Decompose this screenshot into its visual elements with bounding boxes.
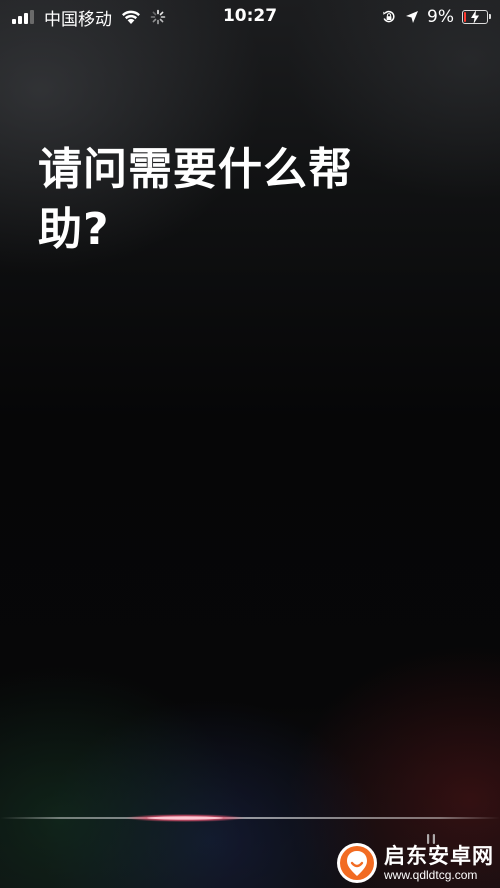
- siri-prompt-text: 请问需要什么帮助?: [38, 144, 353, 255]
- watermark-logo-icon: [337, 843, 377, 883]
- battery-percent: 9%: [427, 7, 454, 27]
- status-bar: 中国移动 10:27 9%: [0, 0, 500, 34]
- battery-nub: [489, 14, 491, 19]
- watermark: 启东安卓网 www.qdldtcg.com: [336, 842, 494, 884]
- location-arrow-icon: [406, 11, 419, 23]
- status-right: 9%: [373, 6, 491, 28]
- siri-background: [0, 0, 500, 888]
- orientation-lock-icon: [383, 10, 395, 23]
- watermark-name: 启东安卓网: [384, 844, 494, 868]
- battery-charging-icon: [462, 10, 491, 24]
- watermark-text: 启东安卓网 www.qdldtcg.com: [384, 844, 494, 882]
- siri-waveform[interactable]: [0, 808, 500, 828]
- watermark-url: www.qdldtcg.com: [384, 868, 478, 882]
- charging-bolt-icon: [471, 10, 479, 24]
- battery-level-fill: [464, 12, 466, 22]
